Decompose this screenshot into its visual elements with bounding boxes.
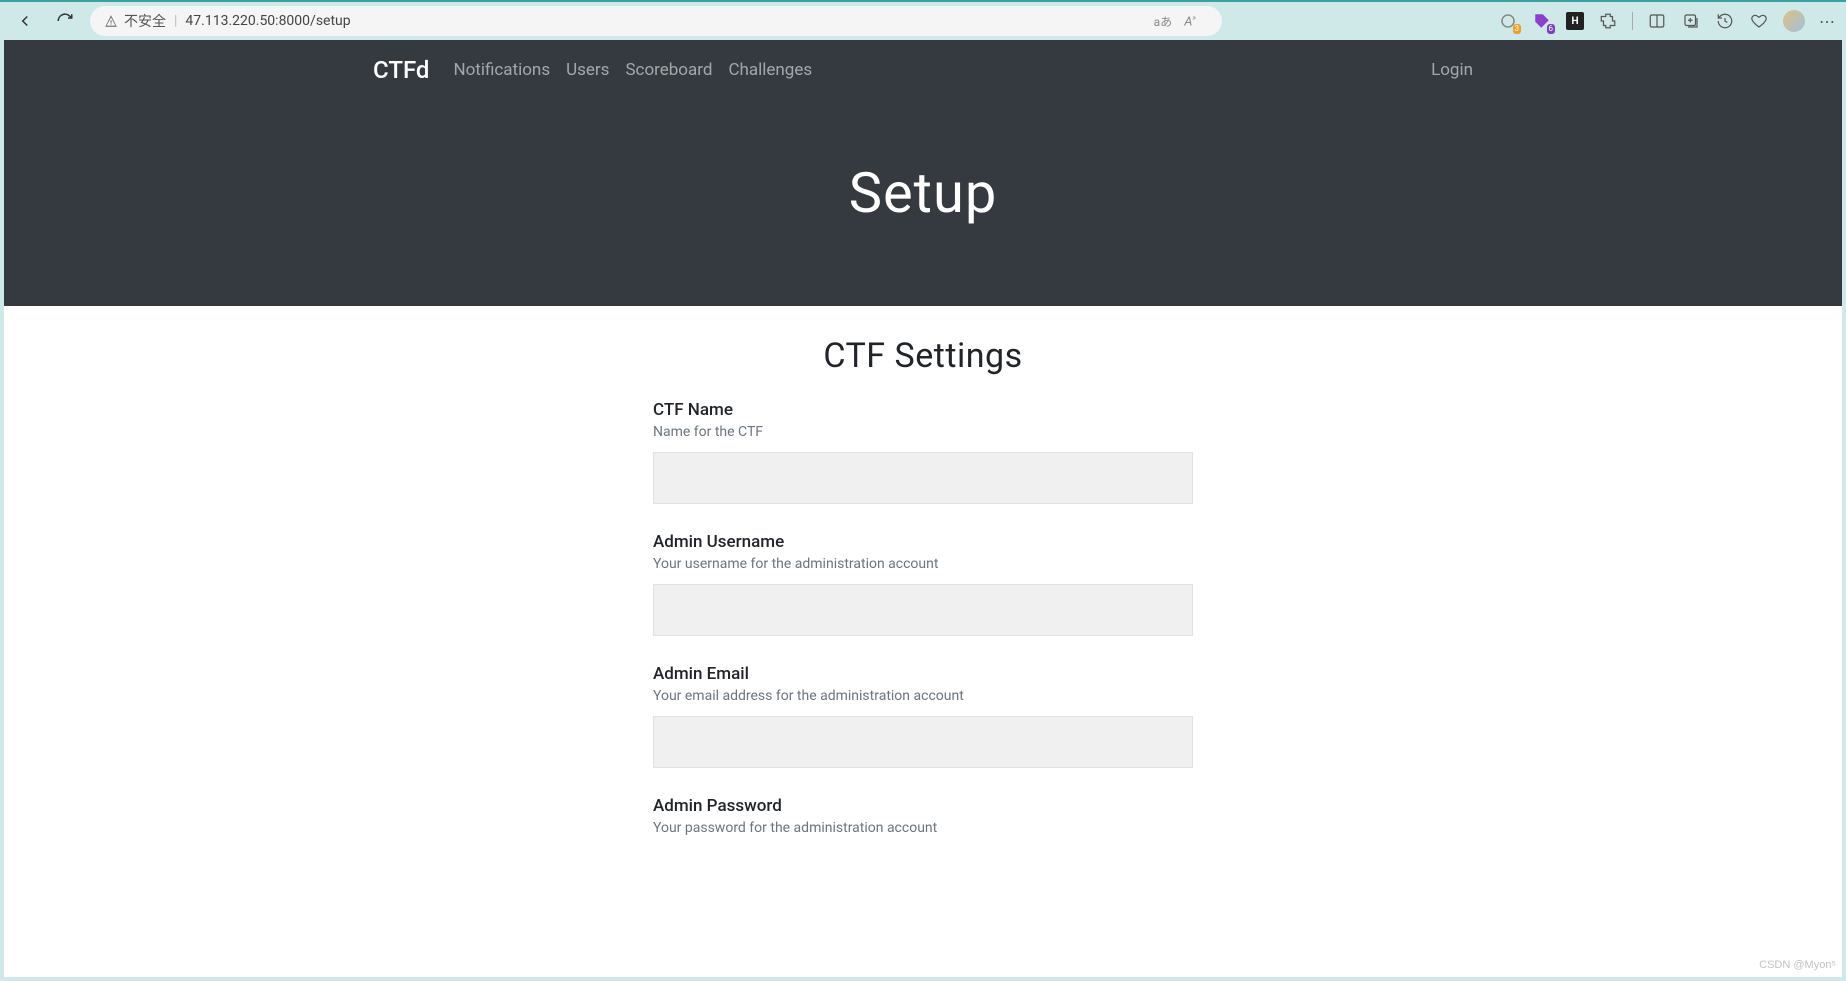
input-admin-username[interactable] bbox=[653, 584, 1193, 636]
badge-orange: 3 bbox=[1513, 24, 1522, 34]
address-bar[interactable]: 不安全 | 47.113.220.50:8000/setup aあ A» bbox=[90, 6, 1222, 36]
jumbotron: Setup bbox=[4, 100, 1842, 306]
help-admin-email: Your email address for the administratio… bbox=[653, 688, 1193, 704]
nav-challenges[interactable]: Challenges bbox=[728, 60, 812, 80]
nav-links: Notifications Users Scoreboard Challenge… bbox=[453, 60, 812, 80]
help-ctf-name: Name for the CTF bbox=[653, 424, 1193, 440]
nav-right: Login bbox=[1431, 60, 1473, 80]
form-group-admin-email: Admin Email Your email address for the a… bbox=[653, 664, 1193, 768]
page-content: CTFd Notifications Users Scoreboard Chal… bbox=[4, 40, 1842, 977]
form-group-ctf-name: CTF Name Name for the CTF bbox=[653, 400, 1193, 504]
not-secure-label: 不安全 bbox=[104, 11, 166, 31]
insecure-text: 不安全 bbox=[124, 11, 166, 31]
browser-chrome: 不安全 | 47.113.220.50:8000/setup aあ A» 3 6… bbox=[0, 0, 1846, 40]
more-menu-icon[interactable]: ⋯ bbox=[1819, 12, 1836, 31]
chrome-right: 3 6 H ⋯ bbox=[1498, 10, 1836, 32]
split-screen-icon[interactable] bbox=[1647, 11, 1667, 31]
form-group-admin-username: Admin Username Your username for the adm… bbox=[653, 532, 1193, 636]
extension-tag-icon[interactable]: 6 bbox=[1532, 11, 1552, 31]
header-area: CTFd Notifications Users Scoreboard Chal… bbox=[4, 40, 1842, 306]
nav-notifications[interactable]: Notifications bbox=[453, 60, 550, 80]
input-ctf-name[interactable] bbox=[653, 452, 1193, 504]
form-container: CTF Settings CTF Name Name for the CTF A… bbox=[353, 306, 1493, 908]
nav-login[interactable]: Login bbox=[1431, 60, 1473, 80]
section-title: CTF Settings bbox=[653, 336, 1193, 376]
label-admin-username: Admin Username bbox=[653, 532, 1193, 552]
translate-icon[interactable]: aあ bbox=[1154, 13, 1173, 30]
help-admin-username: Your username for the administration acc… bbox=[653, 556, 1193, 572]
address-divider: | bbox=[174, 13, 177, 29]
back-button[interactable] bbox=[10, 6, 40, 36]
history-icon[interactable] bbox=[1715, 11, 1735, 31]
nav-scoreboard[interactable]: Scoreboard bbox=[625, 60, 712, 80]
label-ctf-name: CTF Name bbox=[653, 400, 1193, 420]
page-title: Setup bbox=[4, 160, 1842, 226]
refresh-button[interactable] bbox=[50, 6, 80, 36]
chrome-separator bbox=[1632, 12, 1633, 30]
badge-purple: 6 bbox=[1547, 24, 1556, 34]
read-aloud-icon[interactable]: A» bbox=[1184, 13, 1196, 29]
help-admin-password: Your password for the administration acc… bbox=[653, 820, 1193, 836]
input-admin-email[interactable] bbox=[653, 716, 1193, 768]
extension-circle-icon[interactable]: 3 bbox=[1498, 11, 1518, 31]
extensions-icon[interactable] bbox=[1598, 11, 1618, 31]
brand-link[interactable]: CTFd bbox=[373, 56, 429, 84]
nav-users[interactable]: Users bbox=[566, 60, 609, 80]
watermark: CSDN @Myon⁵ bbox=[1759, 959, 1836, 971]
extension-h-icon[interactable]: H bbox=[1566, 12, 1584, 30]
heart-icon[interactable] bbox=[1749, 11, 1769, 31]
collections-icon[interactable] bbox=[1681, 11, 1701, 31]
navbar: CTFd Notifications Users Scoreboard Chal… bbox=[353, 40, 1493, 100]
url-text: 47.113.220.50:8000/setup bbox=[185, 13, 350, 29]
profile-avatar[interactable] bbox=[1783, 10, 1805, 32]
label-admin-password: Admin Password bbox=[653, 796, 1193, 816]
label-admin-email: Admin Email bbox=[653, 664, 1193, 684]
form-group-admin-password: Admin Password Your password for the adm… bbox=[653, 796, 1193, 836]
